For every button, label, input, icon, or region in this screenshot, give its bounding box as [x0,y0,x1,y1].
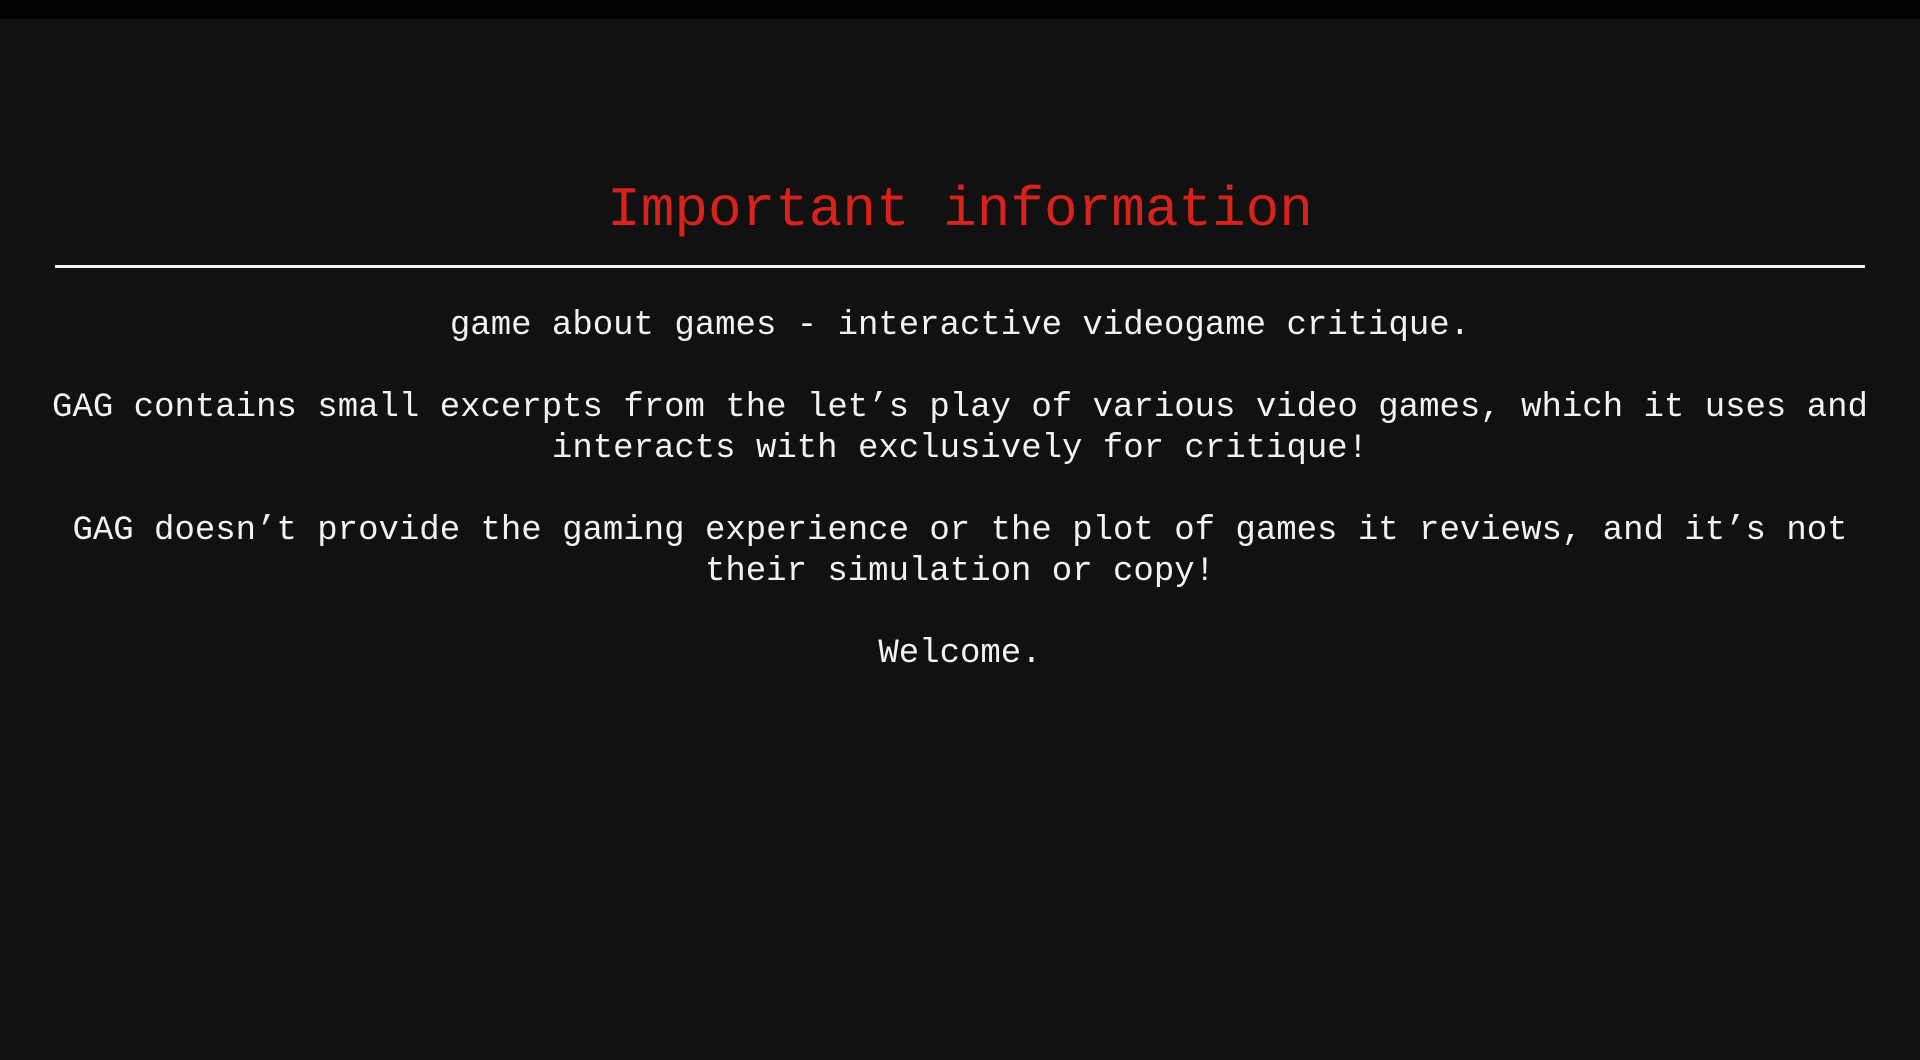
disclaimer-line-1: GAG doesn’t provide the gaming experienc… [72,512,1664,550]
excerpts-paragraph: GAG contains small excerpts from the let… [40,388,1880,470]
welcome-text: Welcome. [878,635,1042,673]
info-content: game about games - interactive videogame… [40,306,1880,716]
top-bar [0,0,1920,19]
welcome-paragraph: Welcome. [40,634,1880,675]
tagline-line: game about games - interactive videogame… [449,307,1471,345]
tagline-paragraph: game about games - interactive videogame… [40,306,1880,347]
screen-title: Important information [607,178,1313,242]
disclaimer-paragraph: GAG doesn’t provide the gaming experienc… [40,511,1880,593]
excerpts-line-1: GAG contains small excerpts from the let… [52,389,1624,427]
title-divider [55,265,1865,268]
